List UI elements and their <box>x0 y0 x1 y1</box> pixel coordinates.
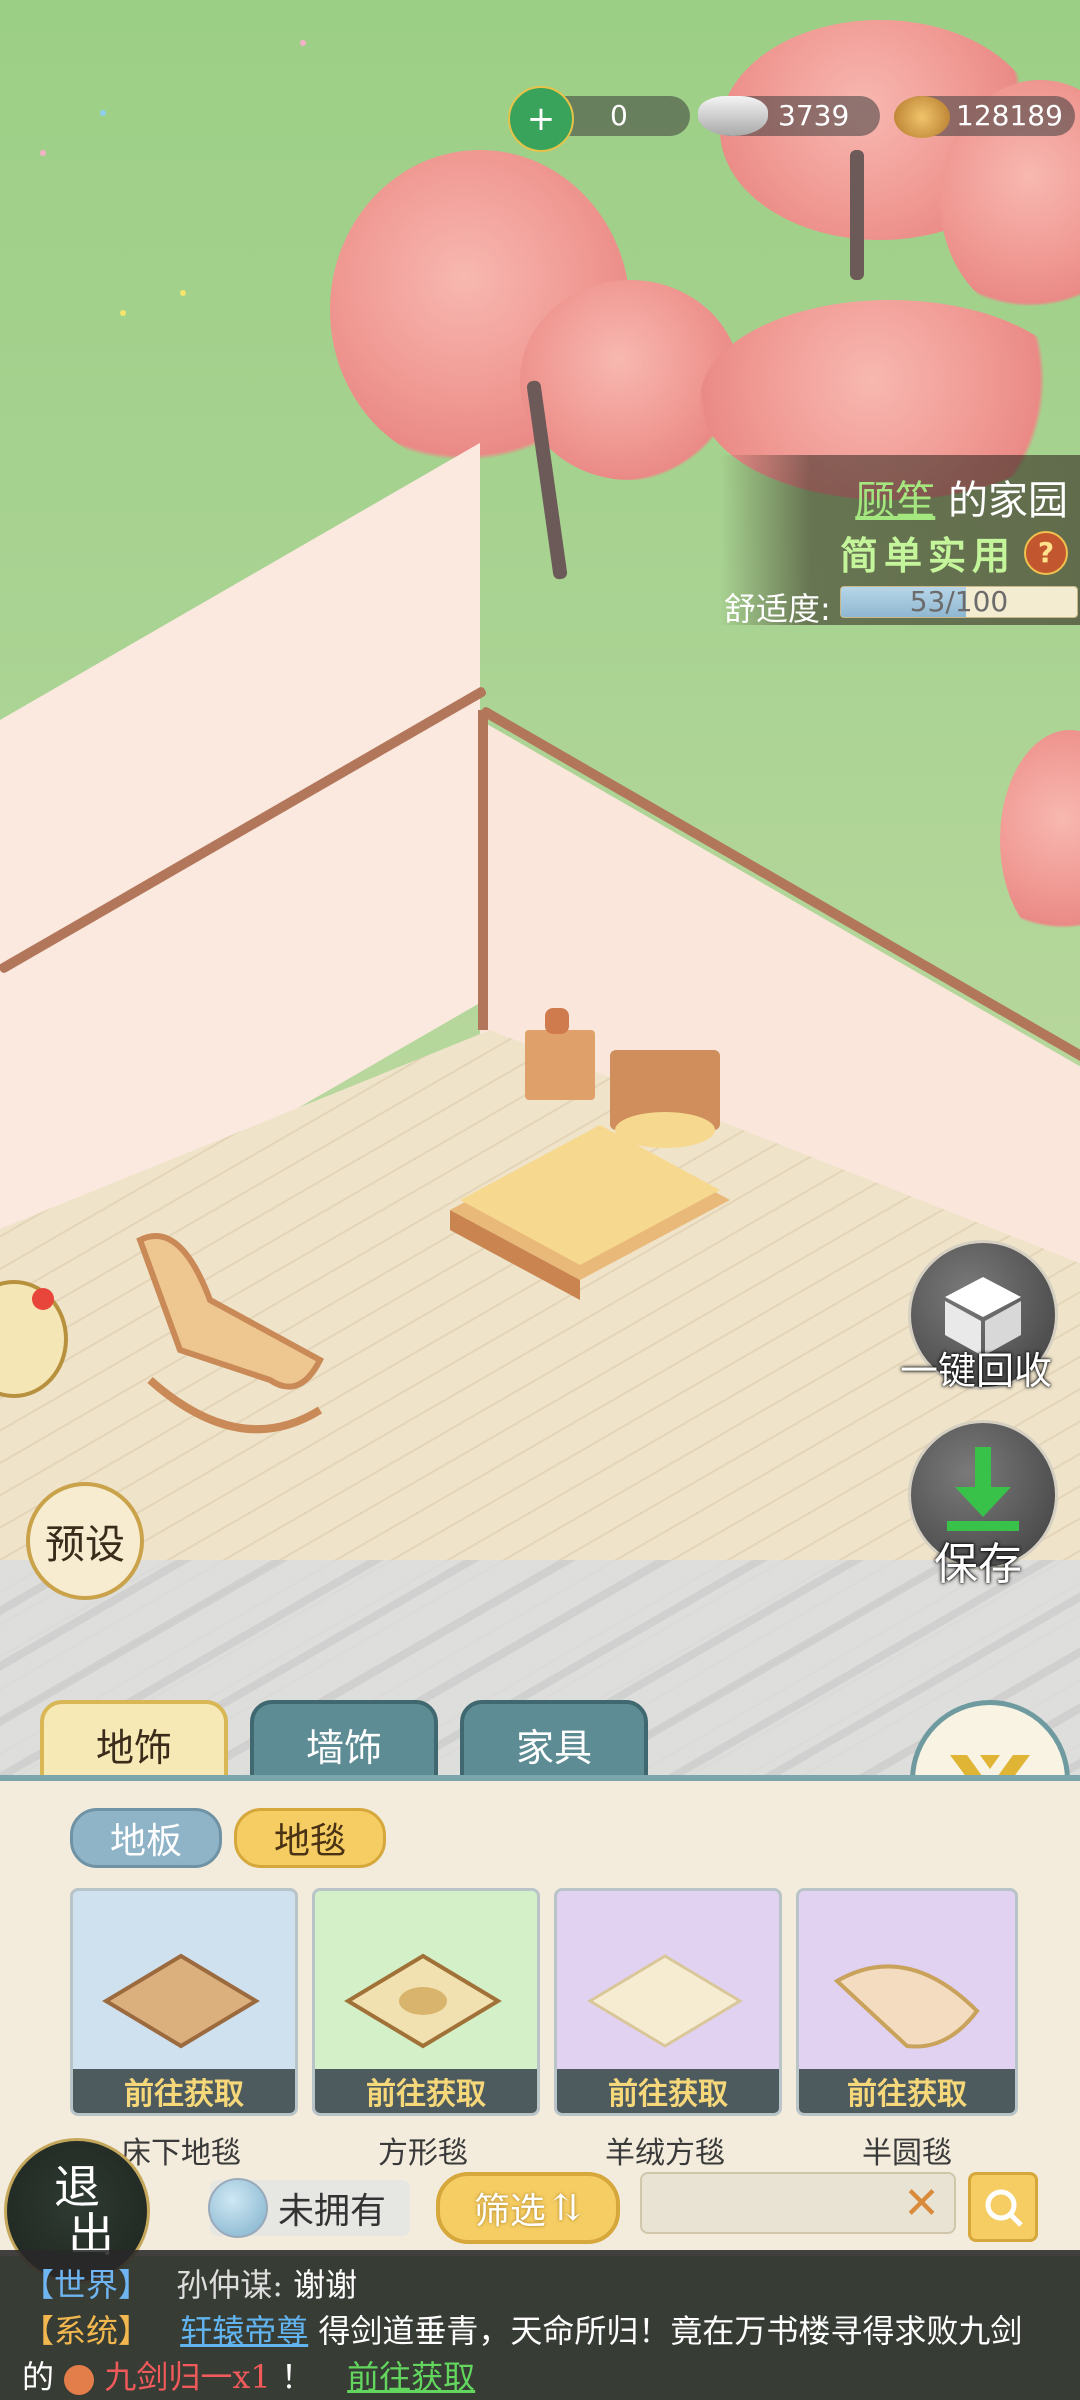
garden-style-row: 简单实用 ? <box>840 525 1068 580</box>
item-name: 羊绒方毯 <box>605 2136 725 2171</box>
chat-player-link[interactable]: 轩辕帝尊 <box>180 2312 308 2350</box>
rug-image <box>102 1953 260 2049</box>
copper-coins-icon <box>894 96 950 138</box>
clear-icon[interactable]: ✕ <box>903 2178 940 2229</box>
toggle-knob <box>208 2178 268 2238</box>
search-button[interactable] <box>968 2172 1038 2242</box>
item-card-under-bed-rug[interactable]: 前往获取 <box>70 1888 298 2116</box>
subtab-flooring[interactable]: 地板 <box>70 1808 222 1868</box>
chat-item-name[interactable]: 九剑归一x1 <box>104 2358 270 2396</box>
help-icon[interactable]: ? <box>1024 530 1068 575</box>
chat-line-world: 【世界】 孙仲谋: 谢谢 <box>22 2260 357 2306</box>
owner-name-link[interactable]: 顾笙 <box>855 478 935 524</box>
save-label: 保存 <box>934 1539 1022 1590</box>
comfort-value: 53/100 <box>909 586 1009 618</box>
search-input[interactable] <box>642 2174 898 2234</box>
sort-arrows-icon: ⇅ <box>551 2187 583 2229</box>
chat-message: 得剑道垂青，天命所归！竟在万书楼寻得求败九剑 <box>318 2312 1023 2350</box>
exit-label-top: 退 <box>54 2159 100 2214</box>
cherry-tree <box>1000 730 1080 950</box>
item-name: 半圆毯 <box>862 2136 952 2171</box>
chat-prefix: 的 <box>22 2358 55 2396</box>
item-name: 方形毯 <box>378 2136 468 2171</box>
search-field[interactable]: ✕ <box>640 2172 956 2234</box>
chat-message: 谢谢 <box>293 2266 358 2304</box>
nightstand-furniture[interactable] <box>505 1000 615 1110</box>
item-card-square-rug[interactable]: 前往获取 <box>312 1888 540 2116</box>
get-item-button[interactable]: 前往获取 <box>799 2069 1015 2113</box>
notification-dot <box>32 1288 54 1310</box>
subtab-carpet[interactable]: 地毯 <box>234 1808 386 1868</box>
owned-filter-toggle[interactable]: 未拥有 <box>208 2178 410 2238</box>
currency-silver-value: 3739 <box>778 98 850 132</box>
filter-label: 筛选 <box>473 2191 546 2232</box>
item-card-cashmere-rug[interactable]: 前往获取 <box>554 1888 782 2116</box>
currency-copper-value: 128189 <box>956 98 1063 132</box>
owner-suffix: 的家园 <box>948 478 1068 524</box>
comfort-bar: 53/100 <box>840 586 1078 618</box>
chat-go-link[interactable]: 前往获取 <box>347 2358 475 2396</box>
comfort-label: 舒适度: <box>724 590 831 628</box>
chat-panel[interactable]: 【世界】 孙仲谋: 谢谢 【系统】 轩辕帝尊 得剑道垂青，天命所归！竟在万书楼寻… <box>0 2250 1080 2400</box>
currency-jade-value: 0 <box>610 98 628 132</box>
rug-image <box>587 1954 743 2048</box>
chat-line-system-cont: 的 九剑归一x1 ！ 前往获取 <box>22 2352 475 2398</box>
flower-dot <box>100 110 106 116</box>
get-item-button[interactable]: 前往获取 <box>557 2069 779 2113</box>
chat-line-system: 【系统】 轩辕帝尊 得剑道垂青，天命所归！竟在万书楼寻得求败九剑 <box>22 2306 1022 2352</box>
garden-style: 简单实用 <box>839 533 1016 578</box>
jade-dragon-icon[interactable]: + <box>508 86 574 152</box>
rug-image <box>344 1953 502 2049</box>
rug-image <box>833 1964 980 2049</box>
tree-trunk <box>850 150 864 280</box>
item-card-half-round-rug[interactable]: 前往获取 <box>796 1888 1018 2116</box>
flower-dot <box>300 40 306 46</box>
preset-button[interactable]: 预设 <box>26 1482 144 1600</box>
chat-speaker: 孙仲谋: <box>176 2266 283 2304</box>
rocking-chair-furniture[interactable] <box>120 1220 340 1450</box>
flower-dot <box>40 150 46 156</box>
corner-post <box>478 710 488 1030</box>
flower-dot <box>180 290 186 296</box>
reward-avatar-icon <box>64 2364 95 2395</box>
chat-suffix: ！ <box>280 2358 313 2396</box>
flower-dot <box>120 310 126 316</box>
owned-filter-label: 未拥有 <box>278 2191 387 2232</box>
get-item-button[interactable]: 前往获取 <box>315 2069 537 2113</box>
recycle-all-label: 一键回收 <box>900 1349 1053 1393</box>
get-item-button[interactable]: 前往获取 <box>73 2069 295 2113</box>
silver-ingot-icon <box>698 96 768 136</box>
chat-channel-world: 【世界】 <box>22 2266 151 2304</box>
chat-channel-system: 【系统】 <box>22 2312 151 2350</box>
garden-owner: 顾笙 的家园 <box>855 468 1068 526</box>
filter-button[interactable]: 筛选 ⇅ <box>436 2172 620 2244</box>
search-icon <box>985 2189 1023 2227</box>
